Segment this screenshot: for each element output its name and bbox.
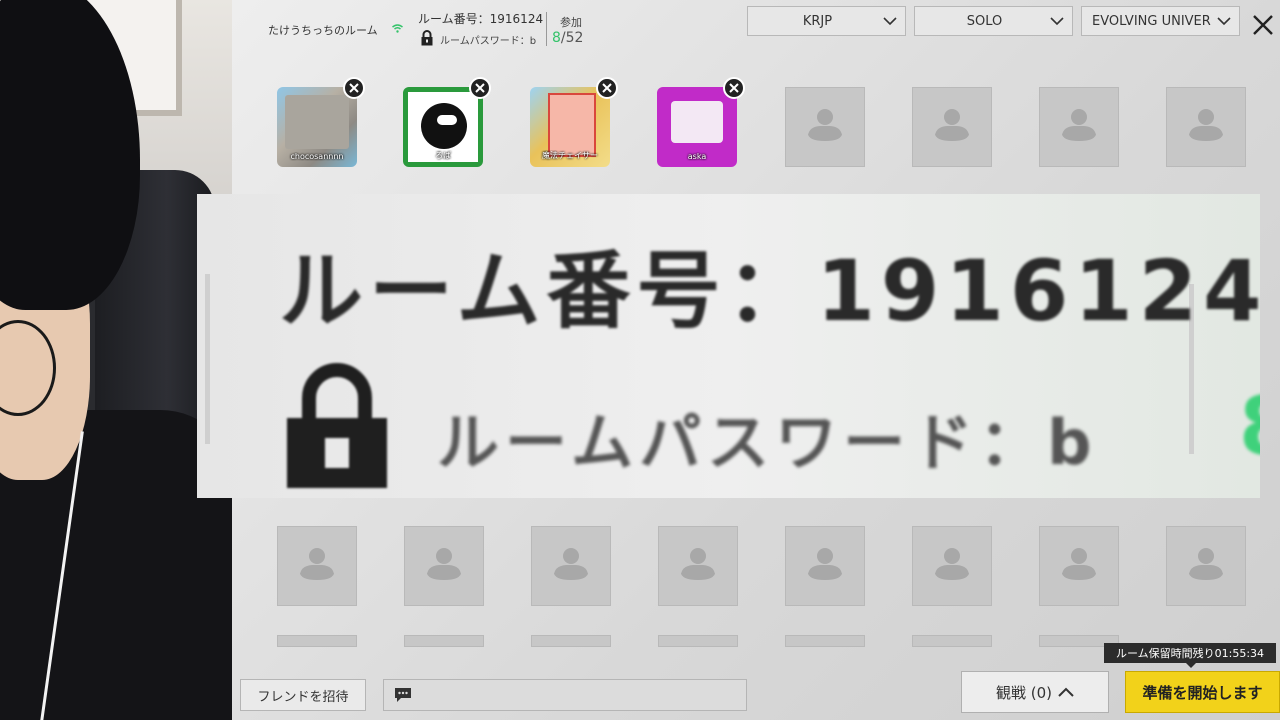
person-icon (1189, 109, 1223, 141)
player-avatar (285, 95, 349, 149)
kick-player-button[interactable] (469, 77, 491, 99)
host-room-name: たけうちっちのルーム (268, 24, 378, 37)
chevron-down-icon (1217, 17, 1231, 26)
room-password: ルームパスワード：b (440, 36, 537, 47)
player-slot-1[interactable]: chocosannnn (277, 77, 365, 167)
kick-player-button[interactable] (343, 77, 365, 99)
person-icon (554, 548, 588, 580)
map-dropdown[interactable]: EVOLVING UNIVERS (1081, 6, 1240, 36)
chevron-up-icon (1058, 687, 1074, 697)
empty-slot-partial[interactable] (531, 635, 611, 647)
person-icon (300, 548, 334, 580)
room-number: ルーム番号：1916124 (418, 12, 544, 26)
chat-input[interactable] (383, 679, 747, 711)
empty-slot[interactable] (785, 526, 865, 606)
player-avatar-character (421, 103, 467, 149)
empty-slot[interactable] (1039, 87, 1119, 167)
empty-slot[interactable] (785, 87, 865, 167)
zoomed-lock-icon (287, 363, 387, 488)
player-slot-3[interactable]: 魔法チェイサー (530, 77, 618, 167)
player-avatar (671, 101, 723, 143)
chat-icon (395, 688, 411, 702)
room-info-divider (546, 12, 547, 46)
empty-slot-partial[interactable] (785, 635, 865, 647)
zoomed-room-password: ルームパスワード：b (437, 406, 1098, 479)
spectate-button[interactable]: 観戦 (0) (961, 671, 1109, 713)
region-dropdown[interactable]: KRJP (747, 6, 906, 36)
person-icon (1062, 109, 1096, 141)
empty-slot[interactable] (1166, 87, 1246, 167)
zoomed-room-info-overlay: ルーム番号：1916124 ルームパスワード：b 8 (197, 194, 1260, 498)
player-name: ろば (435, 151, 451, 160)
player-avatar-eye (437, 115, 457, 125)
empty-slot[interactable] (531, 526, 611, 606)
empty-slot[interactable] (404, 526, 484, 606)
person-icon (681, 548, 715, 580)
person-icon (935, 548, 969, 580)
empty-slot-partial[interactable] (277, 635, 357, 647)
close-button[interactable] (1248, 10, 1278, 40)
empty-slot-partial[interactable] (912, 635, 992, 647)
player-slot-2[interactable]: ろば (403, 77, 491, 167)
spectate-button-label: 観戦 (0) (995, 683, 1053, 702)
mode-dropdown[interactable]: SOLO (914, 6, 1073, 36)
close-icon (1253, 15, 1273, 35)
empty-slot[interactable] (277, 526, 357, 606)
empty-slot-partial[interactable] (404, 635, 484, 647)
close-icon (602, 83, 612, 93)
lock-icon (421, 30, 433, 46)
map-dropdown-label: EVOLVING UNIVERS (1092, 13, 1211, 29)
close-icon (349, 83, 359, 93)
join-label: 参加 (560, 16, 582, 29)
empty-slot[interactable] (1166, 526, 1246, 606)
player-name: 魔法チェイサー (542, 151, 598, 160)
empty-slot[interactable] (912, 87, 992, 167)
kick-player-button[interactable] (596, 77, 618, 99)
person-icon (808, 548, 842, 580)
player-slot-4[interactable]: aska (657, 77, 745, 167)
join-count-total: /52 (560, 30, 584, 46)
person-icon (1189, 548, 1223, 580)
person-icon (427, 548, 461, 580)
player-name: chocosannnn (290, 152, 344, 161)
person-icon (935, 109, 969, 141)
zoomed-room-number: ルーム番号：1916124 (279, 242, 1260, 340)
zoomed-join-count-fragment: 8 (1239, 380, 1260, 473)
empty-slot[interactable] (658, 526, 738, 606)
zoom-divider-left (205, 274, 210, 444)
join-count-current: 8 (552, 30, 561, 46)
room-hold-timer-pointer (1186, 663, 1196, 668)
wifi-icon (392, 24, 403, 33)
start-ready-button[interactable]: 準備を開始します (1125, 671, 1280, 713)
player-avatar (548, 93, 596, 157)
empty-slot[interactable] (912, 526, 992, 606)
chevron-down-icon (883, 17, 897, 26)
empty-slot-partial[interactable] (658, 635, 738, 647)
close-icon (729, 83, 739, 93)
mode-dropdown-label: SOLO (966, 13, 1003, 29)
region-dropdown-label: KRJP (802, 13, 833, 29)
room-hold-timer: ルーム保留時間残り01:55:34 (1104, 643, 1276, 663)
person-icon (808, 109, 842, 141)
close-icon (475, 83, 485, 93)
join-count: 8/52 (552, 30, 583, 46)
empty-slot[interactable] (1039, 526, 1119, 606)
chevron-down-icon (1050, 17, 1064, 26)
invite-friend-button[interactable]: フレンドを招待 (240, 679, 366, 711)
player-name: aska (687, 152, 707, 161)
kick-player-button[interactable] (723, 77, 745, 99)
person-icon (1062, 548, 1096, 580)
